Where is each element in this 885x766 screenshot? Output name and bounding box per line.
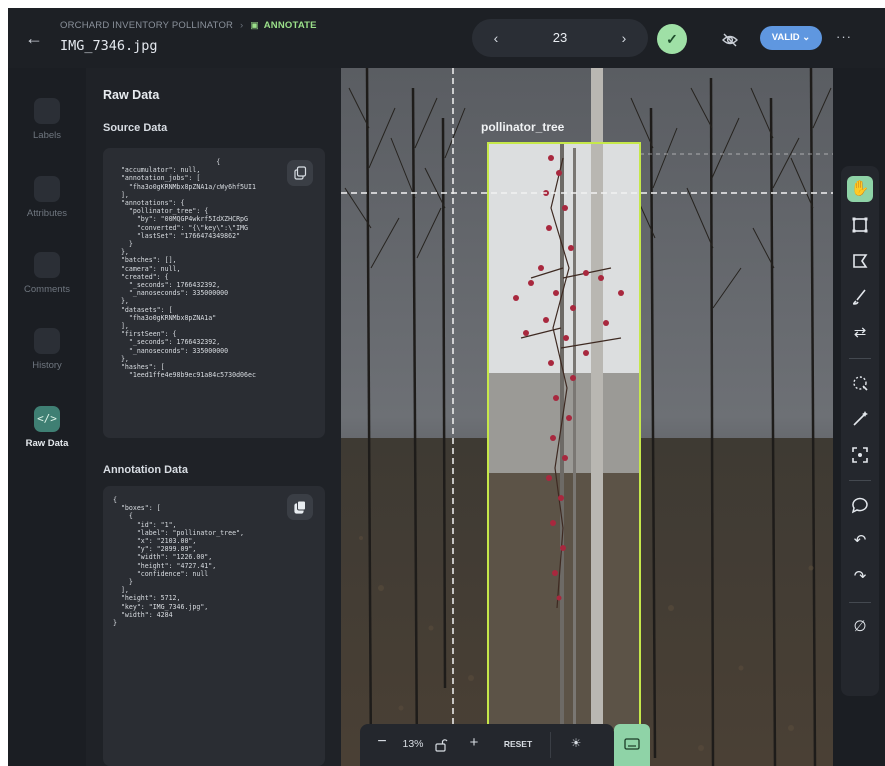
clear-empty-icon[interactable]: ∅ (847, 614, 873, 640)
tag-icon (34, 98, 60, 124)
brush-icon[interactable] (847, 284, 873, 310)
panel-title: Raw Data (103, 88, 160, 102)
top-bar: ← ORCHARD INVENTORY POLLINATOR › ▣ ANNOT… (8, 8, 885, 68)
divider (849, 602, 871, 603)
swap-arrows-icon[interactable]: ⇄ (847, 320, 873, 346)
sidebar-item-label: Comments (24, 284, 70, 295)
reset-zoom-button[interactable]: RESET (498, 739, 538, 749)
sidebar-item-label: Raw Data (25, 438, 69, 449)
source-data-code[interactable]: { "accumulator": null, "annotation_jobs"… (103, 148, 325, 438)
annotation-data-json: { "boxes": [ { "id": "1", "label": "poll… (113, 496, 245, 628)
sidebar-item-label: Attributes (26, 208, 68, 219)
list-icon (34, 176, 60, 202)
divider (849, 480, 871, 481)
breadcrumb-current: ANNOTATE (263, 20, 317, 31)
undo-icon[interactable]: ↶ (847, 528, 873, 554)
bounding-box-icon[interactable] (847, 212, 873, 238)
annotation-data-heading: Annotation Data (103, 464, 188, 476)
pan-hand-icon[interactable]: ✋ (847, 176, 873, 202)
copy-source-button[interactable] (287, 160, 313, 186)
sidebar-item-attributes[interactable]: Attributes (8, 176, 86, 219)
tool-rail: ✋ ⇄ ↶ ↷ ∅ (833, 68, 885, 766)
annotation-toolbar: ✋ ⇄ ↶ ↷ ∅ (841, 166, 879, 696)
next-image-button[interactable]: › (614, 28, 634, 48)
sidebar-item-label: History (32, 360, 62, 371)
raw-data-panel: Raw Data Source Data { "accumulator": nu… (86, 68, 341, 766)
comment-icon (34, 252, 60, 278)
sidebar: Labels Attributes Comments History </> R… (8, 68, 86, 766)
sidebar-item-history[interactable]: History (8, 328, 86, 371)
file-name: IMG_7346.jpg (60, 38, 158, 54)
more-options-icon[interactable]: ··· (833, 26, 855, 50)
history-icon (34, 328, 60, 354)
hide-eye-icon[interactable] (720, 30, 740, 50)
image-canvas[interactable]: pollinator_tree (341, 68, 833, 766)
back-arrow-icon[interactable]: ← (22, 26, 46, 50)
divider (550, 732, 551, 758)
copy-icon (294, 500, 306, 514)
app-window: ← ORCHARD INVENTORY POLLINATOR › ▣ ANNOT… (8, 8, 885, 766)
zoom-out-button[interactable]: − (374, 733, 390, 751)
sidebar-item-raw-data[interactable]: </> Raw Data (8, 406, 86, 449)
zoom-level: 13% (402, 738, 424, 750)
annotate-icon: ▣ (250, 20, 259, 30)
source-data-heading: Source Data (103, 122, 168, 134)
smart-select-icon[interactable] (847, 370, 873, 396)
comment-icon[interactable] (847, 492, 873, 518)
copy-icon (294, 166, 307, 180)
sidebar-item-labels[interactable]: Labels (8, 98, 86, 141)
keyboard-shortcuts-button[interactable] (614, 724, 650, 766)
zoom-in-button[interactable]: + (466, 734, 482, 751)
orchard-photo (341, 68, 833, 766)
source-data-json: { "accumulator": null, "annotation_jobs"… (120, 158, 256, 380)
breadcrumb-separator: › (239, 20, 244, 31)
polygon-icon[interactable] (847, 248, 873, 274)
magic-wand-icon[interactable] (847, 406, 873, 432)
zoom-toolbar: − 13% + RESET ☀ (360, 724, 614, 766)
image-pager: ‹ 23 › (472, 19, 648, 57)
unlock-icon[interactable] (434, 738, 448, 752)
copy-annotation-button[interactable] (287, 494, 313, 520)
breadcrumb-project[interactable]: ORCHARD INVENTORY POLLINATOR (60, 20, 233, 31)
annotation-data-code[interactable]: { "boxes": [ { "id": "1", "label": "poll… (103, 486, 325, 766)
sidebar-item-comments[interactable]: Comments (8, 252, 86, 295)
status-valid-dropdown[interactable]: VALID ⌄ (760, 26, 822, 50)
keyboard-icon (624, 738, 640, 750)
divider (849, 358, 871, 359)
bounding-box-label: pollinator_tree (481, 120, 565, 134)
confirm-check-button[interactable]: ✓ (657, 24, 687, 54)
sidebar-item-label: Labels (33, 130, 61, 141)
auto-detect-icon[interactable] (847, 442, 873, 468)
redo-icon[interactable]: ↷ (847, 564, 873, 590)
code-icon: </> (34, 406, 60, 432)
brightness-icon[interactable]: ☀ (566, 736, 586, 750)
breadcrumb: ORCHARD INVENTORY POLLINATOR › ▣ ANNOTAT… (60, 20, 317, 31)
